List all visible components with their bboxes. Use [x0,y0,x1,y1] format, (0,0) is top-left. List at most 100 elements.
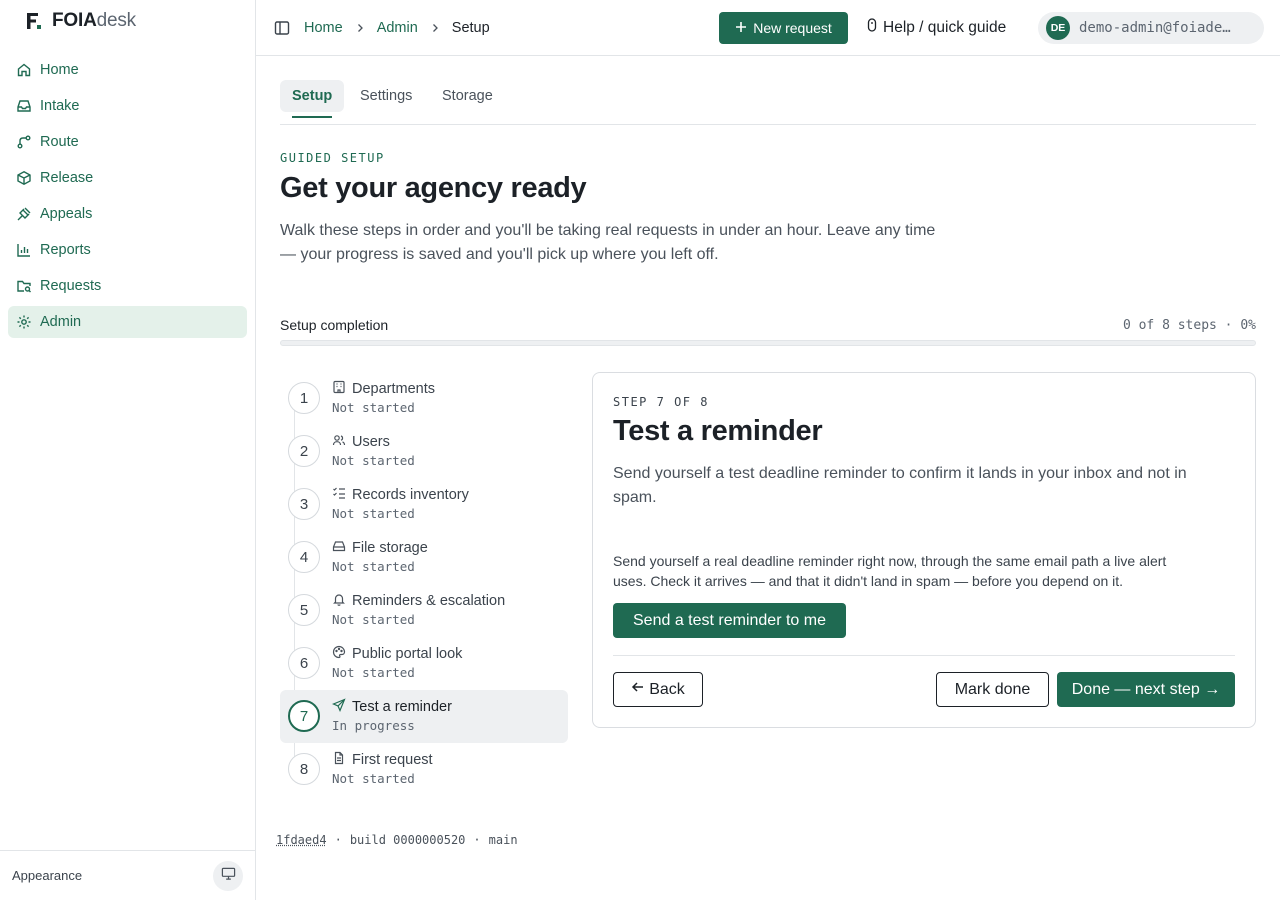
file-text-icon [332,751,346,769]
done-next-step-button[interactable]: Done — next step → [1057,672,1235,707]
new-request-button[interactable]: New request [719,12,848,44]
step-lead: Send yourself a test deadline reminder t… [613,465,1187,506]
page-eyebrow: GUIDED SETUP [280,151,385,165]
user-menu[interactable]: DE demo-admin@foiade… [1038,12,1264,44]
breadcrumb-admin[interactable]: Admin [377,20,418,36]
sidebar-item-label: Reports [40,242,91,258]
step-title-heading: Test a reminder [613,415,823,447]
sidebar-item-route[interactable]: Route [8,126,247,158]
step-number: 8 [288,753,320,785]
breadcrumb-home[interactable]: Home [304,20,343,36]
list-checks-icon [332,486,346,504]
route-icon [16,134,32,150]
back-button[interactable]: Back [613,672,703,707]
step-title: Reminders & escalation [352,593,506,609]
gavel-icon [16,206,32,222]
sidebar-item-release[interactable]: Release [8,162,247,194]
step-title: Departments [352,381,436,397]
step-item-records-inventory[interactable]: 3 Records inventory Not started [280,478,568,531]
page-title: Get your agency ready [280,172,587,204]
info-icon [867,17,877,38]
sidebar-item-label: Route [40,134,79,150]
step-item-file-storage[interactable]: 4 File storage Not started [280,531,568,584]
sidebar-item-appeals[interactable]: Appeals [8,198,247,230]
appearance-label: Appearance [12,868,83,883]
completion-label: Setup completion [280,317,389,333]
folder-search-icon [16,278,32,294]
step-status: Not started [332,506,415,521]
step-status: Not started [332,453,415,468]
sidebar-item-label: Intake [40,98,80,114]
tab-settings[interactable]: Settings [348,80,424,112]
page-intro: Walk these steps in order and you'll be … [280,222,936,263]
step-status: Not started [332,665,415,680]
topbar: Home Admin Setup New request Help / quic… [256,0,1280,56]
tab-setup[interactable]: Setup [280,80,345,118]
monitor-icon [221,866,236,886]
branch-name: main [488,833,518,847]
sidebar-item-intake[interactable]: Intake [8,90,247,122]
step-number: 6 [288,647,320,679]
step-title: File storage [352,540,428,556]
sidebar-item-home[interactable]: Home [8,54,247,86]
step-counter: STEP 7 OF 8 [613,395,709,409]
sidebar-footer: Appearance [0,850,255,900]
build-separator: · [334,833,342,847]
sidebar-item-label: Admin [40,314,82,330]
completion-progress-bar [280,340,1256,346]
step-number: 1 [288,382,320,414]
step-number: 7 [288,700,320,732]
step-number: 3 [288,488,320,520]
tab-storage[interactable]: Storage [430,80,505,112]
step-description: Send yourself a real deadline reminder r… [613,553,1167,589]
step-item-first-request[interactable]: 8 First request Not started [280,743,568,796]
theme-toggle-button[interactable] [213,860,243,891]
step-item-users[interactable]: 2 Users Not started [280,425,568,478]
foia-logo-icon [22,10,44,32]
step-title-row: Public portal look [332,645,462,663]
step-title-row: Test a reminder [331,698,452,716]
sidebar-toggle-icon[interactable] [274,20,290,36]
step-item-departments[interactable]: 1 Departments Not started [280,372,568,425]
completion-count: 0 of 8 steps · 0% [1122,318,1256,333]
chevron-right-icon [355,23,365,33]
step-title: Users [352,434,390,450]
help-quick-guide-link[interactable]: Help / quick guide [867,17,1006,38]
step-title-row: Reminders & escalation [332,592,505,610]
building-icon [332,380,346,398]
step-title: Test a reminder [352,699,452,715]
step-status: In progress [332,718,415,733]
commit-hash-link[interactable]: 1fdaed4 [276,833,327,847]
send-test-reminder-button[interactable]: Send a test reminder to me [613,603,846,638]
mark-done-button[interactable]: Mark done [936,672,1049,707]
panel-divider [613,655,1235,656]
build-separator: · [473,833,481,847]
step-item-reminders-escalation[interactable]: 5 Reminders & escalation Not started [280,584,568,637]
home-icon [16,62,32,78]
sidebar-nav: Home Intake Route Release Appeals Report… [8,54,247,342]
step-title: Records inventory [352,487,469,503]
bar-chart-icon [16,242,32,258]
step-number: 4 [288,541,320,573]
step-item-public-portal-look[interactable]: 6 Public portal look Not started [280,637,568,690]
plus-icon [735,20,747,36]
avatar: DE [1046,16,1070,40]
brand-logo[interactable]: FOIAdesk [22,10,136,32]
step-title-row: Users [332,433,390,451]
send-icon [331,698,346,716]
admin-tabs: Setup Settings Storage [280,56,1256,125]
sidebar: FOIAdesk Home Intake Route Release Appea… [0,0,256,900]
step-status: Not started [332,400,415,415]
breadcrumb-current: Setup [451,20,490,36]
step-title-row: File storage [332,539,428,557]
sidebar-item-reports[interactable]: Reports [8,234,247,266]
gear-icon [16,314,32,330]
build-info: 1fdaed4 · build 0000000520 · main [276,833,518,847]
sidebar-item-admin[interactable]: Admin [8,306,247,338]
sidebar-item-requests[interactable]: Requests [8,270,247,302]
bell-icon [332,592,346,610]
step-item-test-a-reminder[interactable]: 7 Test a reminder In progress [280,690,568,743]
step-title-row: First request [332,751,433,769]
help-label: Help / quick guide [883,18,1007,36]
inbox-icon [16,98,32,114]
